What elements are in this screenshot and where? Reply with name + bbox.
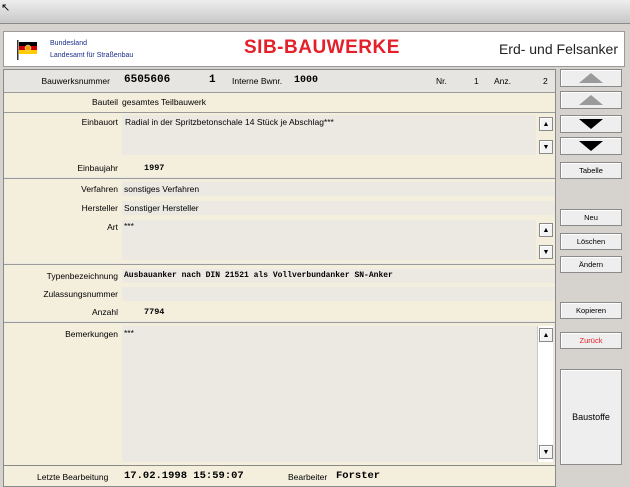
nr-label: Nr. bbox=[436, 76, 447, 86]
art-scroll-up-button[interactable]: ▲ bbox=[539, 223, 553, 237]
tabelle-button[interactable]: Tabelle bbox=[560, 162, 622, 179]
typenbezeichnung-value: Ausbauanker nach DIN 21521 als Vollverbu… bbox=[124, 271, 393, 280]
typenbezeichnung-field[interactable]: Ausbauanker nach DIN 21521 als Vollverbu… bbox=[122, 269, 555, 283]
bemerkungen-value: *** bbox=[124, 328, 134, 338]
mouse-cursor-icon: ↖ bbox=[1, 2, 11, 14]
record-id-row: Bauwerksnummer 6505606 1 Interne Bwnr. 1… bbox=[4, 70, 555, 92]
previous-record-button[interactable] bbox=[560, 91, 622, 109]
bauteil-label: Bauteil bbox=[92, 97, 118, 107]
org-line-1: Bundesland bbox=[50, 40, 87, 47]
hersteller-value: Sonstiger Hersteller bbox=[124, 203, 199, 213]
module-title: Erd- und Felsanker bbox=[498, 41, 618, 57]
bemerkungen-scrollbar[interactable] bbox=[537, 326, 553, 462]
first-record-button[interactable] bbox=[560, 69, 622, 87]
hersteller-label: Hersteller bbox=[81, 203, 118, 213]
chevron-up-icon: ▲ bbox=[542, 331, 550, 339]
zulassungsnummer-field[interactable] bbox=[122, 287, 555, 301]
hersteller-field[interactable]: Sonstiger Hersteller bbox=[122, 201, 555, 215]
anz-label: Anz. bbox=[494, 76, 512, 86]
einbauort-scroll-up-button[interactable]: ▲ bbox=[539, 117, 553, 131]
art-value: *** bbox=[124, 221, 134, 231]
arrow-down-icon bbox=[579, 119, 603, 129]
einbauort-field[interactable]: Radial in der Spritzbetonschale 14 Stück… bbox=[122, 115, 536, 155]
verfahren-section: Verfahren sonstiges Verfahren Hersteller… bbox=[4, 179, 555, 263]
state-flag-logo-icon bbox=[17, 40, 37, 60]
org-line-2: Landesamt für Straßenbau bbox=[50, 52, 134, 59]
anzahl-label: Anzahl bbox=[92, 307, 118, 317]
bearbeiter-value: Forster bbox=[336, 470, 381, 482]
app-frame: Bundesland Landesamt für Straßenbau SIB-… bbox=[0, 24, 630, 487]
interne-bwnr-label: Interne Bwnr. bbox=[232, 76, 283, 86]
bemerkungen-scroll-down-button[interactable]: ▼ bbox=[539, 445, 553, 459]
verfahren-label: Verfahren bbox=[81, 184, 118, 194]
einbauort-scroll-down-button[interactable]: ▼ bbox=[539, 140, 553, 154]
einbaujahr-value[interactable]: 1997 bbox=[144, 163, 164, 173]
zulassungsnummer-label: Zulassungsnummer bbox=[43, 289, 118, 299]
last-record-button[interactable] bbox=[560, 137, 622, 155]
verfahren-field[interactable]: sonstiges Verfahren bbox=[122, 182, 555, 196]
bemerkungen-label: Bemerkungen bbox=[65, 329, 118, 339]
nr-value: 1 bbox=[474, 76, 479, 86]
typenbezeichnung-label: Typenbezeichnung bbox=[46, 271, 118, 281]
kopieren-button[interactable]: Kopieren bbox=[560, 302, 622, 319]
teilbauwerk-value[interactable]: 1 bbox=[209, 74, 216, 86]
app-title: SIB-BAUWERKE bbox=[244, 37, 400, 58]
chevron-down-icon: ▼ bbox=[542, 448, 550, 456]
bemerkungen-section: Bemerkungen *** ▲ ▼ bbox=[4, 323, 555, 465]
app-header: Bundesland Landesamt für Straßenbau SIB-… bbox=[3, 31, 625, 67]
einbauort-label: Einbauort bbox=[81, 117, 118, 127]
einbauort-section: Einbauort Radial in der Spritzbetonschal… bbox=[4, 113, 555, 177]
baustoffe-button[interactable]: Baustoffe bbox=[560, 369, 622, 465]
bauteil-row: Bauteil gesamtes Teilbauwerk bbox=[4, 93, 555, 112]
chevron-up-icon: ▲ bbox=[542, 226, 550, 234]
einbauort-value: Radial in der Spritzbetonschale 14 Stück… bbox=[125, 117, 334, 127]
record-form: Bauwerksnummer 6505606 1 Interne Bwnr. 1… bbox=[3, 69, 556, 465]
chevron-up-icon: ▲ bbox=[542, 120, 550, 128]
letzte-bearbeitung-value: 17.02.1998 15:59:07 bbox=[124, 470, 244, 482]
arrow-down-icon bbox=[579, 141, 603, 151]
neu-button[interactable]: Neu bbox=[560, 209, 622, 226]
art-label: Art bbox=[107, 222, 118, 232]
bauteil-value[interactable]: gesamtes Teilbauwerk bbox=[122, 97, 206, 107]
chevron-down-icon: ▼ bbox=[542, 143, 550, 151]
interne-bwnr-value[interactable]: 1000 bbox=[294, 75, 318, 86]
verfahren-value: sonstiges Verfahren bbox=[124, 184, 200, 194]
chevron-down-icon: ▼ bbox=[542, 248, 550, 256]
art-scroll-down-button[interactable]: ▼ bbox=[539, 245, 553, 259]
record-footer: Letzte Bearbeitung 17.02.1998 15:59:07 B… bbox=[3, 465, 556, 487]
bauwerksnummer-value[interactable]: 6505606 bbox=[124, 74, 170, 86]
bemerkungen-textarea[interactable]: *** bbox=[122, 326, 555, 462]
next-record-button[interactable] bbox=[560, 115, 622, 133]
anz-value: 2 bbox=[543, 76, 548, 86]
window-titlebar: ↖ bbox=[0, 0, 630, 24]
einbaujahr-label: Einbaujahr bbox=[77, 163, 118, 173]
art-field[interactable]: *** bbox=[122, 220, 536, 260]
anzahl-value[interactable]: 7794 bbox=[144, 307, 164, 317]
aendern-button[interactable]: Ändern bbox=[560, 256, 622, 273]
loeschen-button[interactable]: Löschen bbox=[560, 233, 622, 250]
arrow-up-icon bbox=[579, 73, 603, 83]
bemerkungen-scroll-up-button[interactable]: ▲ bbox=[539, 328, 553, 342]
zurueck-button[interactable]: Zurück bbox=[560, 332, 622, 349]
typ-section: Typenbezeichnung Ausbauanker nach DIN 21… bbox=[4, 265, 555, 321]
bauwerksnummer-label: Bauwerksnummer bbox=[41, 76, 111, 86]
arrow-up-icon bbox=[579, 95, 603, 105]
